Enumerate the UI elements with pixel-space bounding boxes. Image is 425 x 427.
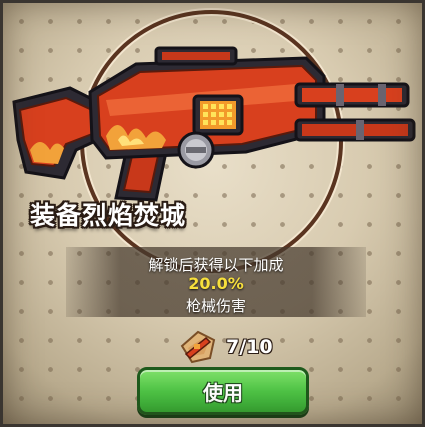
flame-rifle-weapon-icon — [12, 46, 416, 202]
unlock-description: 解锁后获得以下加成 — [148, 256, 284, 274]
bonus-type: 枪械伤害 — [185, 297, 246, 315]
item-title: 装备烈焰焚城 — [30, 201, 187, 230]
unlock-bonus-box: 解锁后获得以下加成 20.0% 枪械伤害 — [66, 247, 366, 317]
item-preview-panel: 装备烈焰焚城 解锁后获得以下加成 20.0% 枪械伤害 7/10 使用 — [0, 0, 425, 427]
fragment-count: 7/10 — [226, 336, 273, 358]
bonus-value: 20.0% — [188, 274, 244, 293]
weapon-fragment-icon — [180, 330, 216, 364]
use-button[interactable]: 使用 — [137, 367, 309, 415]
